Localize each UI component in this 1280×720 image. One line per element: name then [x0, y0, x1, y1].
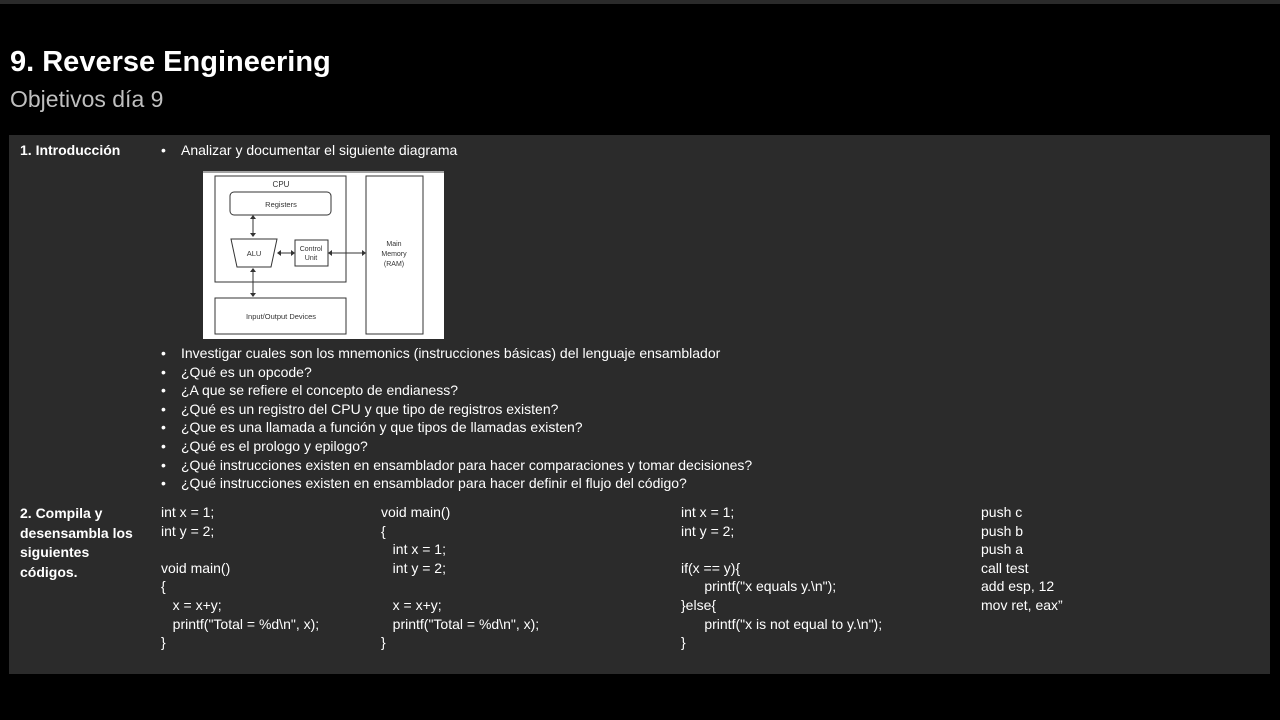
- bullet-item: ¿A que se refiere el concepto de endiane…: [161, 381, 752, 400]
- slide-title: 9. Reverse Engineering: [10, 46, 331, 78]
- cpu-label: CPU: [273, 180, 290, 189]
- control-unit-label-1: Control: [300, 246, 323, 253]
- memory-label-1: Main: [386, 241, 401, 248]
- bullet-item: ¿Qué es un opcode?: [161, 363, 752, 382]
- alu-label: ALU: [247, 249, 262, 258]
- io-devices-label: Input/Output Devices: [246, 312, 316, 321]
- memory-label-2: Memory: [381, 251, 407, 258]
- code-snippet-1: int x = 1; int y = 2; void main() { x = …: [161, 504, 320, 651]
- memory-label-3: (RAM): [384, 261, 404, 268]
- code-snippet-2: void main() { int x = 1; int y = 2; x = …: [381, 504, 540, 651]
- control-unit-box: [294, 239, 329, 267]
- bullet-item: Analizar y documentar el siguiente diagr…: [161, 141, 457, 160]
- content-panel: 1. Introducción Analizar y documentar el…: [9, 135, 1270, 674]
- bullet-item: Investigar cuales son los mnemonics (ins…: [161, 344, 752, 363]
- bullet-item: ¿Que es una llamada a función y que tipo…: [161, 418, 752, 437]
- diagram-svg: CPU Registers ALU Control Unit Main Memo…: [203, 171, 444, 335]
- slide-subtitle: Objetivos día 9: [10, 86, 164, 112]
- top-border: [0, 0, 1280, 4]
- registers-label: Registers: [265, 200, 297, 209]
- intro-bullet-list: Analizar y documentar el siguiente diagr…: [161, 141, 457, 160]
- section-label-compila: 2. Compila y desensambla los siguientes …: [20, 505, 133, 580]
- cpu-architecture-diagram: CPU Registers ALU Control Unit Main Memo…: [203, 171, 444, 339]
- bullet-item: ¿Qué instrucciones existen en ensamblado…: [161, 474, 752, 493]
- code-snippet-3: int x = 1; int y = 2; if(x == y){ printf…: [681, 504, 883, 651]
- bullet-item: ¿Qué es un registro del CPU y que tipo d…: [161, 400, 752, 419]
- section-label-introduccion: 1. Introducción: [20, 142, 121, 158]
- control-unit-label-2: Unit: [305, 255, 318, 262]
- code-snippet-4: push c push b push a call test add esp, …: [981, 504, 1063, 613]
- research-bullet-list: Investigar cuales son los mnemonics (ins…: [161, 344, 752, 493]
- bullet-item: ¿Qué es el prologo y epilogo?: [161, 437, 752, 456]
- bullet-item: ¿Qué instrucciones existen en ensamblado…: [161, 456, 752, 475]
